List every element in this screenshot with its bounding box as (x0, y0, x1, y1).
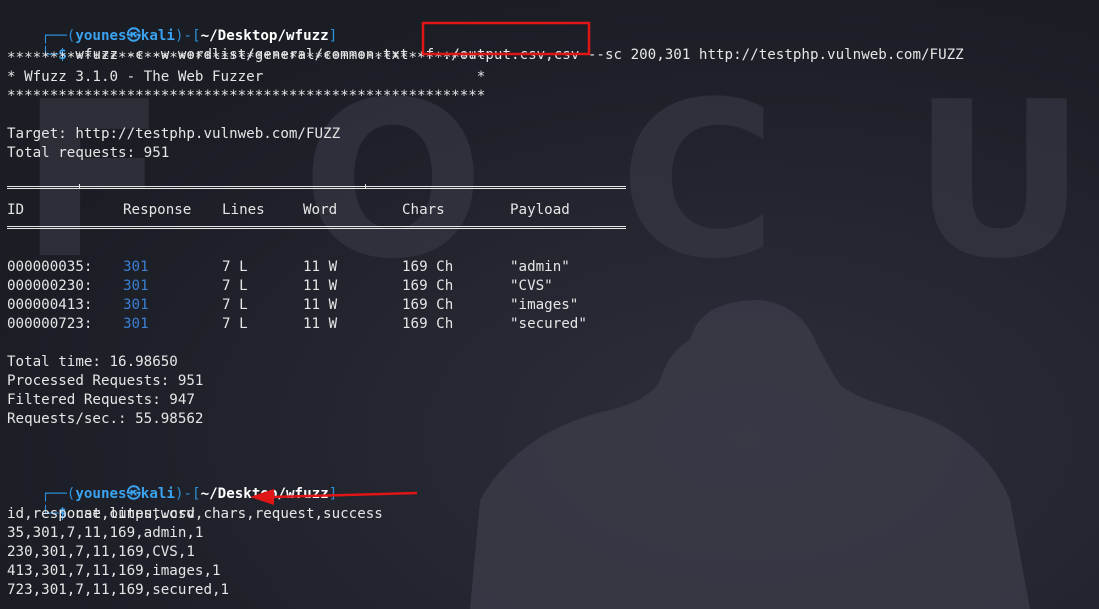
header-response: Response (123, 202, 192, 218)
csv-line: 413,301,7,11,169,images,1 (7, 563, 221, 579)
cell-chars: 169 Ch (402, 297, 454, 313)
table-row: 000000723: 301 7 L 11 W 169 Ch "secured" (7, 315, 627, 334)
cell-response: 301 (123, 297, 149, 313)
statue-silhouette (470, 300, 1030, 609)
cell-payload: "images" (510, 297, 579, 313)
cell-word: 11 W (303, 259, 338, 275)
cell-word: 11 W (303, 278, 338, 294)
stat-requests-per-sec: Requests/sec.: 55.98562 (7, 411, 204, 427)
csv-header-line: id,response,lines,word,chars,request,suc… (7, 506, 383, 522)
cell-response: 301 (123, 316, 149, 332)
command-line-1[interactable]: └─$ wfuzz -c -w wordlist/general/common.… (7, 27, 964, 63)
cell-id: 000000723: (7, 316, 93, 332)
table-row: 000000035: 301 7 L 11 W 169 Ch "admin" (7, 258, 627, 277)
cell-word: 11 W (303, 316, 338, 332)
total-requests-line: Total requests: 951 (7, 145, 170, 161)
cell-chars: 169 Ch (402, 316, 454, 332)
stat-total-time: Total time: 16.98650 (7, 354, 178, 370)
cell-id: 000000230: (7, 278, 93, 294)
cell-chars: 169 Ch (402, 278, 454, 294)
csv-line: 35,301,7,11,169,admin,1 (7, 525, 204, 541)
cell-lines: 7 L (222, 259, 248, 275)
header-lines: Lines (222, 202, 265, 218)
table-row: 000000413: 301 7 L 11 W 169 Ch "images" (7, 296, 627, 315)
cell-payload: "admin" (510, 259, 570, 275)
table-row: 000000230: 301 7 L 11 W 169 Ch "CVS" (7, 277, 627, 296)
banner-stars-top: ****************************************… (7, 50, 486, 66)
prompt-path: ~/Desktop/wfuzz (200, 486, 329, 502)
command-line-2[interactable]: └─$ cat output.csv (7, 486, 195, 522)
cell-response: 301 (123, 278, 149, 294)
cell-lines: 7 L (222, 316, 248, 332)
cell-payload: "CVS" (510, 278, 553, 294)
table-border-top (7, 186, 626, 189)
cell-id: 000000035: (7, 259, 93, 275)
stat-processed-requests: Processed Requests: 951 (7, 373, 204, 389)
prompt-line-1: ┌──(younes㉿kali)-[~/Desktop/wfuzz] (41, 28, 338, 44)
header-word: Word (303, 202, 338, 218)
table-border-tick (365, 184, 366, 189)
header-payload: Payload (510, 202, 570, 218)
header-chars: Chars (402, 202, 445, 218)
cell-payload: "secured" (510, 316, 587, 332)
table-header: ID Response Lines Word Chars Payload (7, 201, 627, 220)
csv-line: 723,301,7,11,169,secured,1 (7, 582, 230, 598)
header-id: ID (7, 202, 25, 218)
cell-lines: 7 L (222, 297, 248, 313)
cell-lines: 7 L (222, 278, 248, 294)
cell-id: 000000413: (7, 297, 93, 313)
cell-response: 301 (123, 259, 149, 275)
target-line: Target: http://testphp.vulnweb.com/FUZZ (7, 126, 341, 142)
stat-filtered-requests: Filtered Requests: 947 (7, 392, 195, 408)
cell-word: 11 W (303, 297, 338, 313)
prompt-line-2: ┌──(younes㉿kali)-[~/Desktop/wfuzz] (41, 486, 338, 502)
csv-line: 230,301,7,11,169,CVS,1 (7, 544, 195, 560)
banner-stars-bottom: ****************************************… (7, 88, 486, 104)
banner-title: * Wfuzz 3.1.0 - The Web Fuzzer * (7, 69, 486, 85)
command-args-rest: --sc 200,301 http://testphp.vulnweb.com/… (579, 47, 964, 63)
table-border-tick (79, 184, 80, 189)
table-border-bottom (7, 226, 626, 229)
cell-chars: 169 Ch (402, 259, 454, 275)
terminal-window[interactable]: F O C U ┌──(younes㉿kali)-[~/Desktop/wfuz… (0, 0, 1099, 609)
